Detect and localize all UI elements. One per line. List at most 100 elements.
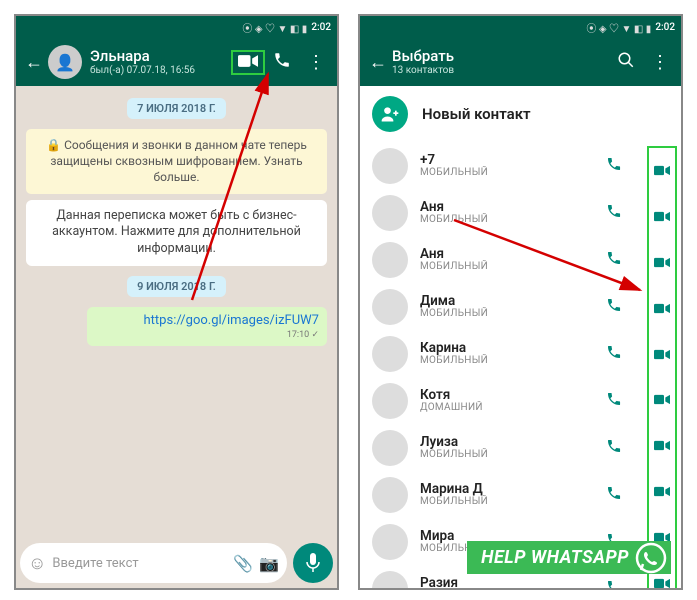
whatsapp-logo-icon [635,542,667,574]
contact-list[interactable]: Новый контакт +7МОБИЛЬНЫЙАняМОБИЛЬНЫЙАня… [360,86,681,588]
voice-call-contact-icon[interactable] [601,344,627,364]
contact-avatar [372,383,408,419]
contact-name: Карина [420,341,589,356]
contact-info: ДимаМОБИЛЬНЫЙ [420,294,589,320]
voice-call-contact-icon[interactable] [601,485,627,505]
contact-type: МОБИЛЬНЫЙ [420,355,589,366]
message-link[interactable]: https://goo.gl/images/izFUW7 [95,313,319,328]
contact-row[interactable]: АняМОБИЛЬНЫЙ [360,236,681,283]
contact-type: МОБИЛЬНЫЙ [420,449,589,460]
chat-avatar[interactable]: 👤 [48,45,82,79]
contact-name: +7 [420,153,589,168]
chat-body: 7 ИЮЛЯ 2018 Г. 🔒Сообщения и звонки в дан… [16,86,337,538]
picker-sub: 13 контактов [392,65,609,76]
contact-row[interactable]: +7МОБИЛЬНЫЙ [360,142,681,189]
mic-button[interactable] [293,543,333,583]
video-call-contact-icon[interactable] [649,377,675,423]
contact-row[interactable]: ДимаМОБИЛЬНЫЙ [360,283,681,330]
voice-call-contact-icon[interactable] [601,391,627,411]
banner-text: HELP WHATSAPP [481,547,629,568]
voice-call-contact-icon[interactable] [601,297,627,317]
contact-avatar [372,430,408,466]
back-button[interactable]: ← [20,52,48,73]
contact-info: +7МОБИЛЬНЫЙ [420,153,589,179]
emoji-icon[interactable]: ☺ [28,553,46,574]
lock-icon: 🔒 [46,138,61,152]
voice-call-contact-icon[interactable] [601,156,627,176]
video-call-contact-icon[interactable] [649,285,675,331]
add-contact-icon [372,96,408,132]
back-button-2[interactable]: ← [364,52,392,73]
contact-row[interactable]: ЛуизаМОБИЛЬНЫЙ [360,424,681,471]
attach-icon[interactable]: 📎 [233,554,253,573]
contact-row[interactable]: АняМОБИЛЬНЫЙ [360,189,681,236]
voice-call-contact-icon[interactable] [601,579,627,589]
contact-type: МОБИЛЬНЫЙ [420,214,589,225]
contact-avatar [372,477,408,513]
video-call-column-highlight [647,146,677,588]
contact-row[interactable]: Марина ДМОБИЛЬНЫЙ [360,471,681,518]
video-call-contact-icon[interactable] [649,194,675,240]
picker-title-block: Выбрать 13 контактов [392,48,609,76]
contact-avatar [372,148,408,184]
menu-icon-2[interactable]: ⋮ [643,52,677,73]
encryption-notice[interactable]: 🔒Сообщения и звонки в данном чате теперь… [26,129,327,194]
status-bar-2: ⦿ ◈ ♡ ▼ ◧ ▮ 2:02 [360,16,681,38]
contact-info: АняМОБИЛЬНЫЙ [420,200,589,226]
outgoing-message[interactable]: https://goo.gl/images/izFUW7 17:10 ✓ [87,307,327,346]
contact-row[interactable]: КаринаМОБИЛЬНЫЙ [360,330,681,377]
status-time-2: 2:02 [655,22,675,33]
video-call-contact-icon[interactable] [649,240,675,286]
contact-name: Марина Д [420,482,589,497]
contact-avatar [372,571,408,589]
status-time: 2:02 [311,22,331,33]
contact-type: МОБИЛЬНЫЙ [420,496,589,507]
contact-info: КаринаМОБИЛЬНЫЙ [420,341,589,367]
video-call-contact-icon[interactable] [649,331,675,377]
date-chip-2: 9 ИЮЛЯ 2018 Г. [127,276,226,297]
video-call-contact-icon[interactable] [649,148,675,194]
status-icons-2: ⦿ ◈ ♡ ▼ ◧ ▮ [586,20,651,35]
business-notice[interactable]: Данная переписка может быть с бизнес-акк… [26,200,327,267]
message-time: 17:10 ✓ [95,330,319,340]
new-contact-row[interactable]: Новый контакт [360,86,681,142]
contact-row[interactable]: КотяДОМАШНИЙ [360,377,681,424]
status-icons: ⦿ ◈ ♡ ▼ ◧ ▮ [242,20,307,35]
camera-icon[interactable]: 📷 [259,554,279,573]
voice-call-contact-icon[interactable] [601,203,627,223]
contact-name: Луиза [420,435,589,450]
contact-info: АняМОБИЛЬНЫЙ [420,247,589,273]
phone-chat: ⦿ ◈ ♡ ▼ ◧ ▮ 2:02 ← 👤 Эльнара был(-а) 07.… [14,14,339,590]
contact-info: РазияМОБИЛЬНЫЙ [420,576,589,588]
voice-call-icon[interactable] [265,51,299,74]
contact-avatar [372,336,408,372]
video-call-icon[interactable] [231,50,265,75]
contact-avatar [372,242,408,278]
video-call-contact-icon[interactable] [649,469,675,515]
contact-avatar [372,289,408,325]
menu-icon[interactable]: ⋮ [299,52,333,73]
phone-contacts: ⦿ ◈ ♡ ▼ ◧ ▮ 2:02 ← Выбрать 13 контактов … [358,14,683,590]
voice-call-contact-icon[interactable] [601,438,627,458]
contact-type: МОБИЛЬНЫЙ [420,308,589,319]
message-input[interactable]: ☺ Введите текст 📎 📷 [20,543,287,583]
contact-info: Марина ДМОБИЛЬНЫЙ [420,482,589,508]
contact-name: Котя [420,388,589,403]
search-icon[interactable] [609,51,643,74]
contact-type: ДОМАШНИЙ [420,402,589,413]
chat-title-block[interactable]: Эльнара был(-а) 07.07.18, 16:56 [90,48,231,76]
picker-title: Выбрать [392,48,609,65]
contact-avatar [372,195,408,231]
contact-info: ЛуизаМОБИЛЬНЫЙ [420,435,589,461]
date-chip-1: 7 ИЮЛЯ 2018 Г. [127,98,226,119]
input-placeholder: Введите текст [52,556,227,571]
contact-info: КотяДОМАШНИЙ [420,388,589,414]
contact-name: Аня [420,247,589,262]
contact-name: Разия [420,576,589,588]
voice-call-contact-icon[interactable] [601,250,627,270]
picker-appbar: ← Выбрать 13 контактов ⋮ [360,38,681,86]
new-contact-label: Новый контакт [422,105,531,123]
status-bar: ⦿ ◈ ♡ ▼ ◧ ▮ 2:02 [16,16,337,38]
video-call-contact-icon[interactable] [649,423,675,469]
last-seen: был(-а) 07.07.18, 16:56 [90,65,231,76]
